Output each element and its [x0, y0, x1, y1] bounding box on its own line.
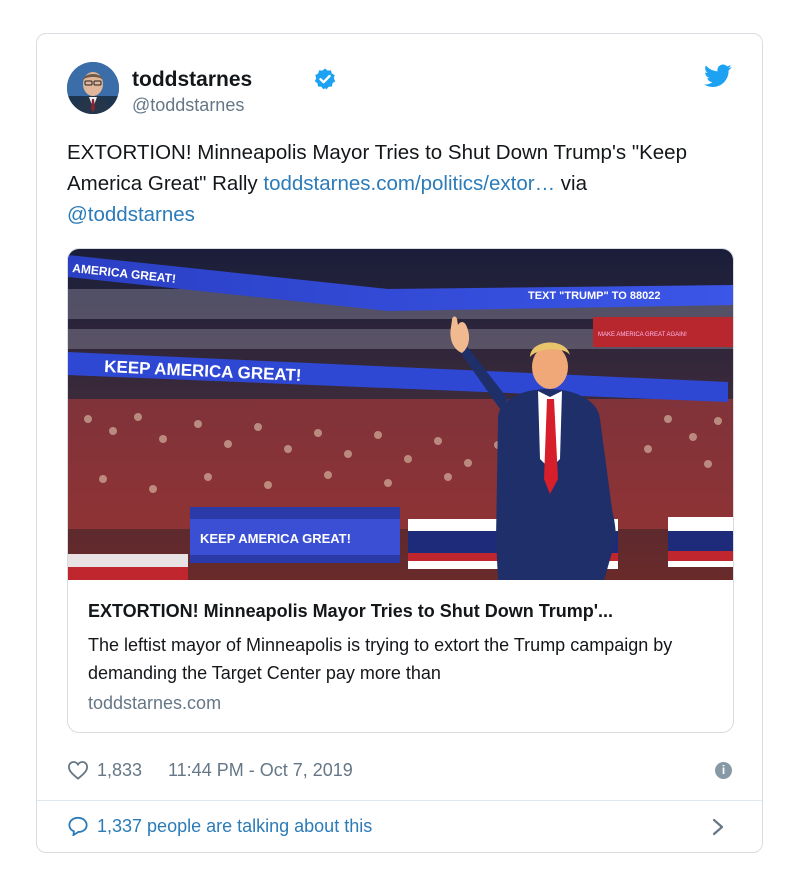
avatar[interactable]	[67, 62, 119, 114]
user-handle[interactable]: @toddstarnes	[132, 95, 244, 116]
timestamp[interactable]: 11:44 PM - Oct 7, 2019	[168, 760, 353, 781]
preview-domain: toddstarnes.com	[88, 693, 222, 713]
verified-badge-icon	[314, 68, 336, 90]
tweet-header: toddstarnes @toddstarnes	[67, 62, 732, 122]
preview-description: The leftist mayor of Minneapolis is tryi…	[88, 635, 673, 683]
rally-photo: AMERICA GREAT! TEXT "TRUMP" TO 88022 MAK…	[68, 249, 733, 580]
info-icon[interactable]: i	[715, 762, 732, 779]
link-preview-card[interactable]: AMERICA GREAT! TEXT "TRUMP" TO 88022 MAK…	[67, 248, 734, 733]
display-name[interactable]: toddstarnes	[132, 68, 252, 92]
preview-title[interactable]: EXTORTION! Minneapolis Mayor Tries to Sh…	[88, 601, 713, 622]
banner-right-sign: MAKE AMERICA GREAT AGAIN!	[598, 332, 687, 338]
via-handle-link[interactable]: @toddstarnes	[67, 203, 195, 226]
divider	[37, 800, 762, 801]
speech-bubble-icon	[68, 816, 88, 836]
like-count[interactable]: 1,833	[97, 760, 142, 781]
chevron-right-icon[interactable]	[712, 818, 724, 836]
tweet-text: EXTORTION! Minneapolis Mayor Tries to Sh…	[67, 137, 737, 230]
tweet-card: toddstarnes @toddstarnes EXTORTION! Minn…	[36, 33, 763, 853]
conversation-count-link[interactable]: 1,337 people are talking about this	[97, 816, 372, 837]
article-link[interactable]: toddstarnes.com/politics/extor…	[263, 172, 555, 195]
tweet-meta: 1,833 11:44 PM - Oct 7, 2019 i	[67, 758, 732, 788]
heart-icon[interactable]	[67, 760, 89, 780]
banner-lower: KEEP AMERICA GREAT!	[200, 531, 351, 546]
banner-top-right: TEXT "TRUMP" TO 88022	[528, 290, 660, 302]
via-text: via	[555, 172, 587, 195]
conversation-footer[interactable]: 1,337 people are talking about this	[67, 812, 732, 842]
twitter-bird-icon[interactable]	[704, 64, 732, 88]
